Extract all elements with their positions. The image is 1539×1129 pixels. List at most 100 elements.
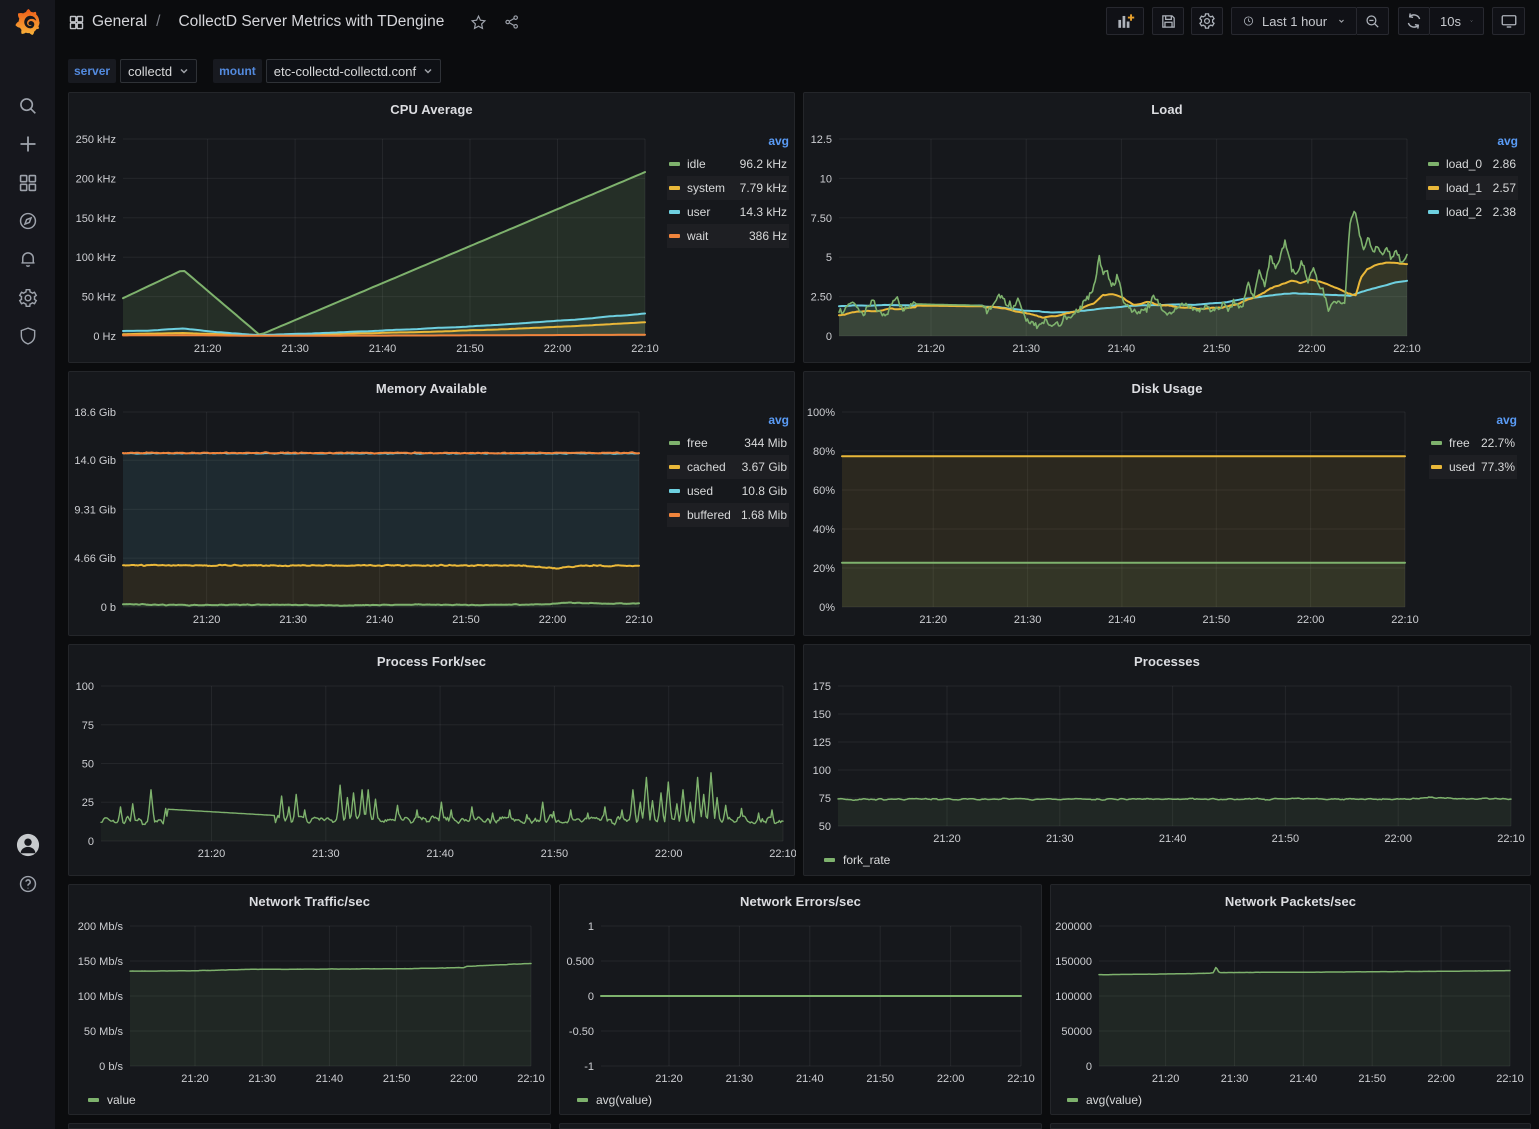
svg-text:175: 175 bbox=[813, 681, 831, 693]
svg-text:-1: -1 bbox=[584, 1061, 594, 1073]
svg-text:80%: 80% bbox=[813, 446, 835, 458]
svg-text:10: 10 bbox=[820, 173, 832, 185]
svg-text:75: 75 bbox=[819, 793, 831, 805]
svg-text:200000: 200000 bbox=[1055, 921, 1092, 933]
svg-text:21:50: 21:50 bbox=[541, 848, 569, 860]
svg-text:200 Mb/s: 200 Mb/s bbox=[78, 921, 124, 933]
svg-text:22:00: 22:00 bbox=[539, 614, 567, 626]
svg-text:100: 100 bbox=[76, 681, 94, 693]
svg-text:22:10: 22:10 bbox=[1496, 1073, 1524, 1085]
svg-text:150 Mb/s: 150 Mb/s bbox=[78, 956, 124, 968]
svg-text:22:00: 22:00 bbox=[544, 343, 572, 355]
svg-text:21:20: 21:20 bbox=[917, 343, 945, 355]
svg-text:100 Mb/s: 100 Mb/s bbox=[78, 991, 124, 1003]
svg-text:0: 0 bbox=[588, 991, 594, 1003]
svg-text:21:20: 21:20 bbox=[655, 1073, 683, 1085]
svg-text:21:30: 21:30 bbox=[279, 614, 307, 626]
svg-text:150000: 150000 bbox=[1055, 956, 1092, 968]
svg-text:22:10: 22:10 bbox=[1007, 1073, 1035, 1085]
svg-text:0%: 0% bbox=[819, 602, 835, 614]
svg-text:50: 50 bbox=[819, 821, 831, 833]
svg-text:21:40: 21:40 bbox=[796, 1073, 824, 1085]
svg-text:40%: 40% bbox=[813, 524, 835, 536]
svg-text:150: 150 bbox=[813, 709, 831, 721]
svg-text:21:20: 21:20 bbox=[919, 614, 947, 626]
svg-text:22:10: 22:10 bbox=[631, 343, 659, 355]
svg-text:22:10: 22:10 bbox=[517, 1073, 545, 1085]
svg-text:0 b/s: 0 b/s bbox=[99, 1061, 123, 1073]
svg-text:150 kHz: 150 kHz bbox=[76, 213, 116, 225]
svg-text:21:40: 21:40 bbox=[1108, 614, 1136, 626]
svg-text:21:30: 21:30 bbox=[1012, 343, 1040, 355]
svg-text:21:20: 21:20 bbox=[181, 1073, 209, 1085]
svg-text:21:40: 21:40 bbox=[369, 343, 397, 355]
svg-text:12.5: 12.5 bbox=[811, 134, 832, 146]
svg-text:0: 0 bbox=[826, 331, 832, 343]
svg-text:200 kHz: 200 kHz bbox=[76, 173, 116, 185]
svg-text:0 b: 0 b bbox=[101, 602, 116, 614]
svg-text:21:30: 21:30 bbox=[1046, 833, 1074, 845]
svg-text:100 kHz: 100 kHz bbox=[76, 252, 116, 264]
svg-text:25: 25 bbox=[82, 797, 94, 809]
svg-text:125: 125 bbox=[813, 737, 831, 749]
svg-text:22:10: 22:10 bbox=[625, 614, 653, 626]
svg-text:21:40: 21:40 bbox=[316, 1073, 344, 1085]
svg-text:21:50: 21:50 bbox=[1358, 1073, 1386, 1085]
svg-text:22:00: 22:00 bbox=[1427, 1073, 1455, 1085]
svg-text:21:50: 21:50 bbox=[1203, 343, 1231, 355]
svg-text:22:00: 22:00 bbox=[1384, 833, 1412, 845]
svg-text:21:30: 21:30 bbox=[1014, 614, 1042, 626]
svg-text:22:00: 22:00 bbox=[937, 1073, 965, 1085]
svg-text:21:40: 21:40 bbox=[426, 848, 454, 860]
svg-text:-0.50: -0.50 bbox=[569, 1026, 594, 1038]
svg-text:21:20: 21:20 bbox=[194, 343, 222, 355]
svg-text:21:50: 21:50 bbox=[1203, 614, 1231, 626]
svg-text:50 Mb/s: 50 Mb/s bbox=[84, 1026, 124, 1038]
svg-text:22:00: 22:00 bbox=[1298, 343, 1326, 355]
svg-text:250 kHz: 250 kHz bbox=[76, 134, 116, 146]
svg-text:0.500: 0.500 bbox=[566, 956, 594, 968]
svg-text:21:50: 21:50 bbox=[866, 1073, 894, 1085]
svg-text:9.31 Gib: 9.31 Gib bbox=[74, 504, 116, 516]
svg-text:21:30: 21:30 bbox=[1221, 1073, 1249, 1085]
svg-text:0: 0 bbox=[1086, 1061, 1092, 1073]
svg-text:22:10: 22:10 bbox=[1391, 614, 1419, 626]
svg-text:21:20: 21:20 bbox=[1152, 1073, 1180, 1085]
svg-text:21:50: 21:50 bbox=[383, 1073, 411, 1085]
svg-text:22:10: 22:10 bbox=[1497, 833, 1525, 845]
svg-text:14.0 Gib: 14.0 Gib bbox=[74, 455, 116, 467]
svg-text:4.66 Gib: 4.66 Gib bbox=[74, 553, 116, 565]
svg-text:18.6 Gib: 18.6 Gib bbox=[74, 407, 116, 419]
svg-text:21:40: 21:40 bbox=[1290, 1073, 1318, 1085]
svg-text:75: 75 bbox=[82, 720, 94, 732]
svg-text:50 kHz: 50 kHz bbox=[82, 292, 116, 304]
svg-text:2.50: 2.50 bbox=[811, 292, 832, 304]
svg-text:21:40: 21:40 bbox=[1108, 343, 1136, 355]
svg-text:0 Hz: 0 Hz bbox=[93, 331, 116, 343]
svg-text:100%: 100% bbox=[807, 407, 835, 419]
svg-text:0: 0 bbox=[88, 836, 94, 848]
svg-text:50: 50 bbox=[82, 759, 94, 771]
svg-text:100000: 100000 bbox=[1055, 991, 1092, 1003]
svg-text:21:40: 21:40 bbox=[366, 614, 394, 626]
svg-text:50000: 50000 bbox=[1061, 1026, 1092, 1038]
svg-text:21:50: 21:50 bbox=[456, 343, 484, 355]
svg-text:5: 5 bbox=[826, 252, 832, 264]
svg-text:21:20: 21:20 bbox=[193, 614, 221, 626]
svg-text:21:30: 21:30 bbox=[248, 1073, 276, 1085]
svg-text:21:50: 21:50 bbox=[1272, 833, 1300, 845]
svg-text:21:50: 21:50 bbox=[452, 614, 480, 626]
svg-text:21:30: 21:30 bbox=[281, 343, 309, 355]
svg-text:1: 1 bbox=[588, 921, 594, 933]
svg-text:22:00: 22:00 bbox=[1297, 614, 1325, 626]
svg-text:22:10: 22:10 bbox=[769, 848, 796, 860]
svg-text:22:00: 22:00 bbox=[655, 848, 683, 860]
svg-text:22:10: 22:10 bbox=[1393, 343, 1421, 355]
svg-text:21:40: 21:40 bbox=[1159, 833, 1187, 845]
svg-text:21:20: 21:20 bbox=[198, 848, 226, 860]
svg-text:20%: 20% bbox=[813, 563, 835, 575]
svg-text:100: 100 bbox=[813, 765, 831, 777]
svg-text:21:30: 21:30 bbox=[312, 848, 340, 860]
svg-text:22:00: 22:00 bbox=[450, 1073, 478, 1085]
svg-text:60%: 60% bbox=[813, 485, 835, 497]
